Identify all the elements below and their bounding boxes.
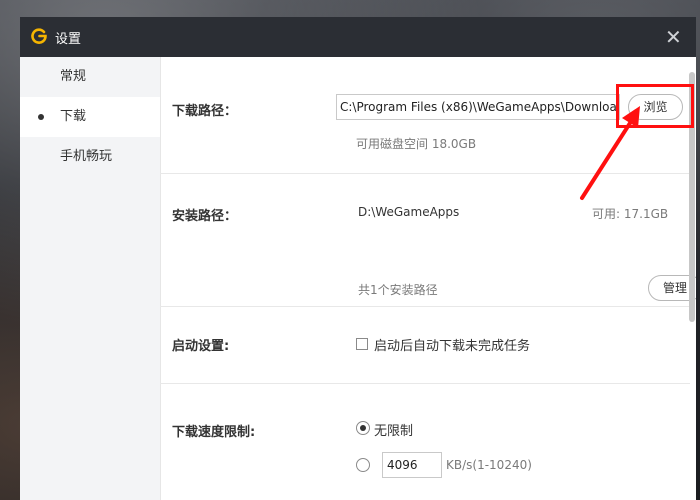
- limit-radio[interactable]: [356, 458, 370, 472]
- speed-unit-text: KB/s(1-10240): [446, 458, 532, 472]
- unlimited-radio[interactable]: [356, 421, 370, 435]
- auto-download-label: 启动后自动下载未完成任务: [374, 339, 531, 354]
- startup-settings-label: 启动设置:: [172, 339, 230, 354]
- sidebar-item-mobile-play[interactable]: 手机畅玩: [20, 137, 160, 177]
- watermark-brand: Baidu 经验: [538, 430, 661, 455]
- title-bar: 设置 ✕: [20, 17, 696, 57]
- wegame-logo-icon: [30, 27, 48, 45]
- speed-limit-label: 下载速度限制:: [172, 425, 256, 440]
- sidebar-item-label: 下载: [60, 109, 87, 124]
- divider: [160, 306, 690, 307]
- auto-download-checkbox[interactable]: [356, 338, 368, 350]
- install-path-label: 安装路径：: [172, 209, 238, 224]
- free-space-text: 可用磁盘空间 18.0GB: [356, 137, 477, 151]
- baidu-jingyan-watermark: Baidu 经验 jingyan.baidu.com: [536, 418, 696, 490]
- sidebar-item-general[interactable]: 常规: [20, 57, 160, 97]
- download-path-label: 下载路径：: [172, 104, 238, 119]
- divider: [160, 383, 690, 384]
- install-path-value: D:\WeGameApps: [358, 205, 460, 219]
- sidebar: 常规 下载 手机畅玩: [20, 57, 161, 500]
- sidebar-item-download[interactable]: 下载: [20, 97, 160, 137]
- install-path-count: 共1个安装路径: [358, 283, 438, 297]
- unlimited-label: 无限制: [374, 424, 414, 439]
- divider: [160, 173, 690, 174]
- speed-limit-input[interactable]: [382, 452, 442, 478]
- radio-selected-dot: [360, 425, 366, 431]
- watermark-url: jingyan.baidu.com: [544, 458, 646, 471]
- close-icon[interactable]: ✕: [665, 25, 682, 49]
- sidebar-item-label: 常规: [60, 69, 87, 84]
- download-path-input[interactable]: [336, 94, 620, 120]
- sidebar-item-label: 手机畅玩: [60, 149, 113, 164]
- window-title: 设置: [55, 32, 82, 47]
- active-dot-icon: [38, 114, 44, 120]
- install-free-space: 可用: 17.1GB: [592, 207, 669, 221]
- annotation-highlight-box: [616, 84, 694, 128]
